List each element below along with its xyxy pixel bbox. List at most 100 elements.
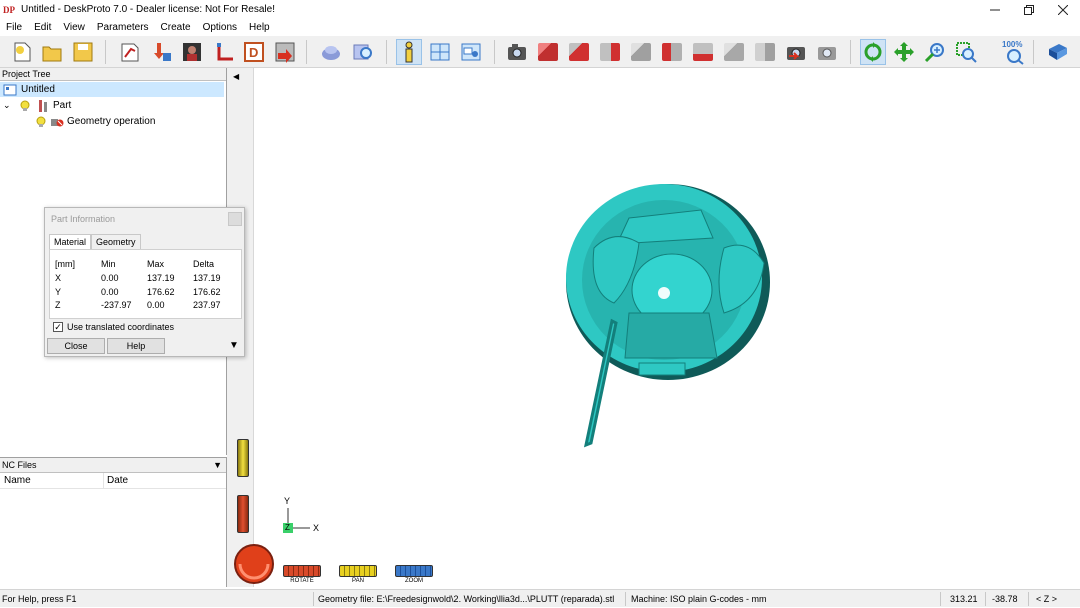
nc-files-panel: NC Files ▼ Name Date <box>0 457 227 587</box>
pan-tool-button[interactable] <box>891 39 917 65</box>
camera-recall-button[interactable] <box>814 39 840 65</box>
rotate-nav-button[interactable] <box>283 565 321 577</box>
preview-button[interactable] <box>350 39 376 65</box>
view-bottom-button[interactable] <box>690 39 716 65</box>
view-top-button[interactable] <box>535 39 561 65</box>
part-wizard-icon <box>121 43 139 62</box>
simulation-button[interactable] <box>318 39 344 65</box>
dropdown-arrow-icon[interactable]: ▼ <box>213 460 222 470</box>
view-back-button[interactable] <box>628 39 654 65</box>
pan-nav-button[interactable] <box>339 565 377 577</box>
dialog-close-box[interactable] <box>228 212 242 226</box>
tree-item-label: Part <box>53 100 72 111</box>
table-cell: 0.00 <box>147 300 165 310</box>
d-button[interactable]: D <box>241 39 267 65</box>
tree-item-label: Geometry operation <box>67 116 156 127</box>
status-bar: For Help, press F1 Geometry file: E:\Fre… <box>0 589 1080 607</box>
tab-geometry[interactable]: Geometry <box>91 234 141 249</box>
restore-button[interactable] <box>1012 0 1046 19</box>
close-window-button[interactable] <box>1046 0 1080 19</box>
table-cell: Y <box>55 287 62 297</box>
checkmark-icon[interactable]: ✓ <box>53 322 63 332</box>
pan-slider-control[interactable] <box>237 439 249 477</box>
zoom-in-icon <box>924 43 944 63</box>
bitmap-icon <box>183 43 201 61</box>
expand-arrow-icon[interactable]: ▼ <box>229 340 239 351</box>
simulation-icon <box>322 46 340 60</box>
rotate-tool-button[interactable] <box>860 39 886 65</box>
chevron-down-icon[interactable]: ⌄ <box>3 100 13 111</box>
import-button[interactable] <box>149 39 175 65</box>
part-information-dialog: Part Information Material Geometry [mm] … <box>44 207 245 357</box>
table-header: Max <box>147 259 165 269</box>
help-button[interactable]: Help <box>107 338 165 354</box>
open-button[interactable] <box>39 39 65 65</box>
zoom-100-button[interactable]: 100% <box>1001 39 1027 65</box>
translated-coords-checkbox[interactable]: ✓ Use translated coordinates <box>53 322 174 332</box>
part-wizard-button[interactable] <box>117 39 143 65</box>
menu-file[interactable]: File <box>0 22 28 33</box>
close-button[interactable]: Close <box>47 338 105 354</box>
restore-icon <box>1024 4 1034 15</box>
pan-tool-icon <box>894 42 914 62</box>
rotate-dial-icon[interactable] <box>232 542 276 586</box>
close-icon <box>1058 4 1068 15</box>
preview-icon <box>353 44 372 60</box>
vector-icon <box>217 43 233 61</box>
window-button[interactable] <box>458 39 484 65</box>
save-button[interactable] <box>70 39 96 65</box>
view-left-button[interactable] <box>659 39 685 65</box>
tree-item-untitled[interactable]: Untitled <box>0 82 224 97</box>
tab-material[interactable]: Material <box>49 234 92 249</box>
view-right-button[interactable] <box>597 39 623 65</box>
3d-viewport[interactable]: Y Z X ROTATE PAN ZOOM <box>234 68 1080 587</box>
bitmap-button[interactable] <box>179 39 205 65</box>
camera-button[interactable] <box>504 39 530 65</box>
menu-edit[interactable]: Edit <box>28 22 57 33</box>
rotate-nav-label: ROTATE <box>290 578 314 584</box>
tree-item-part[interactable]: ⌄ Part <box>3 98 71 113</box>
menu-options[interactable]: Options <box>197 22 243 33</box>
table-cell: 237.97 <box>193 300 221 310</box>
zoom-nav-button[interactable] <box>395 565 433 577</box>
lightbulb-icon[interactable] <box>35 116 47 128</box>
pan-nav-label: PAN <box>352 578 364 584</box>
save-nc-button[interactable] <box>272 39 298 65</box>
layout-button[interactable] <box>427 39 453 65</box>
table-cell: 137.19 <box>147 273 175 283</box>
view-back-icon <box>631 43 651 61</box>
column-date[interactable]: Date <box>104 473 128 488</box>
rotate-slider-control[interactable] <box>237 495 249 533</box>
column-name[interactable]: Name <box>0 473 104 488</box>
lightbulb-icon[interactable] <box>19 100 31 112</box>
menu-view[interactable]: View <box>57 22 91 33</box>
menu-create[interactable]: Create <box>155 22 197 33</box>
table-cell: Z <box>55 300 61 310</box>
nc-files-header: NC Files <box>2 460 37 470</box>
minimize-button[interactable] <box>978 0 1012 19</box>
book-icon <box>1049 44 1067 60</box>
help-book-button[interactable] <box>1045 39 1071 65</box>
zoom-in-button[interactable] <box>922 39 948 65</box>
view-iso-button[interactable] <box>721 39 747 65</box>
zoom-100-label: 100% <box>1002 40 1022 49</box>
window-icon <box>461 43 481 61</box>
status-machine: Machine: ISO plain G-codes - mm <box>631 594 767 604</box>
minimize-icon <box>990 9 1000 10</box>
toolbar: D 100% <box>0 36 1080 68</box>
new-button[interactable] <box>9 39 35 65</box>
zoom-window-button[interactable] <box>953 39 979 65</box>
info-button[interactable] <box>396 39 422 65</box>
view-iso2-button[interactable] <box>752 39 778 65</box>
tree-item-geometry-operation[interactable]: Geometry operation <box>35 114 155 129</box>
table-cell: 137.19 <box>193 273 221 283</box>
camera-icon <box>508 44 526 60</box>
collapse-arrow-icon[interactable]: ◀ <box>233 72 239 81</box>
vector-button[interactable] <box>211 39 237 65</box>
model-render[interactable] <box>254 68 1080 587</box>
view-front-button[interactable] <box>566 39 592 65</box>
menu-parameters[interactable]: Parameters <box>91 22 155 33</box>
axis-indicator: Y Z X <box>280 496 330 540</box>
menu-help[interactable]: Help <box>243 22 276 33</box>
camera-store-button[interactable] <box>783 39 809 65</box>
